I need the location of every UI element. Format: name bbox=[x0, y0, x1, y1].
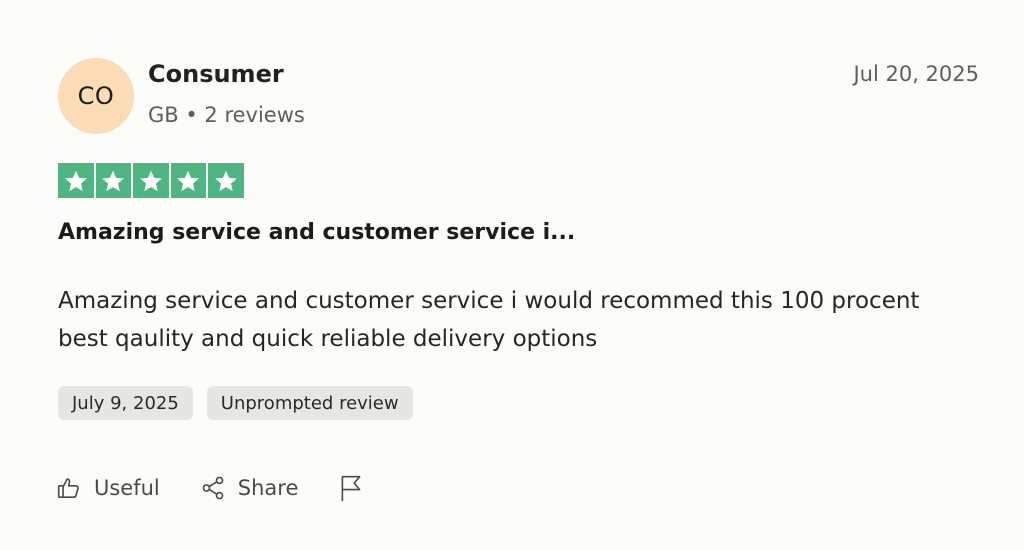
star-icon bbox=[95, 163, 131, 198]
avatar[interactable]: CO bbox=[58, 58, 134, 134]
review-date: Jul 20, 2025 bbox=[853, 62, 979, 86]
review-title[interactable]: Amazing service and customer service i..… bbox=[58, 220, 575, 245]
star-icon bbox=[208, 163, 244, 198]
avatar-initials: CO bbox=[77, 82, 115, 110]
share-label: Share bbox=[237, 476, 299, 500]
useful-label: Useful bbox=[94, 476, 160, 500]
star-icon bbox=[133, 163, 169, 198]
review-actions: Useful Share bbox=[56, 474, 404, 502]
star-icon bbox=[170, 163, 206, 198]
review-card: CO Consumer GB • 2 reviews Jul 20, 2025 … bbox=[0, 0, 1024, 550]
share-icon bbox=[200, 475, 226, 501]
review-body: Amazing service and customer service i w… bbox=[58, 288, 920, 352]
experience-date-chip: July 9, 2025 bbox=[58, 386, 193, 420]
star-icon bbox=[58, 163, 94, 198]
share-button[interactable]: Share bbox=[200, 475, 299, 501]
useful-button[interactable]: Useful bbox=[56, 475, 160, 501]
thumbs-up-icon bbox=[56, 475, 82, 501]
review-tags: July 9, 2025 Unprompted review bbox=[58, 386, 413, 420]
unprompted-review-chip[interactable]: Unprompted review bbox=[206, 386, 413, 420]
reviewer-name[interactable]: Consumer bbox=[148, 60, 284, 88]
star-rating bbox=[58, 163, 244, 198]
flag-icon bbox=[338, 474, 364, 502]
reviewer-meta: GB • 2 reviews bbox=[148, 103, 305, 127]
report-button[interactable] bbox=[338, 474, 364, 502]
